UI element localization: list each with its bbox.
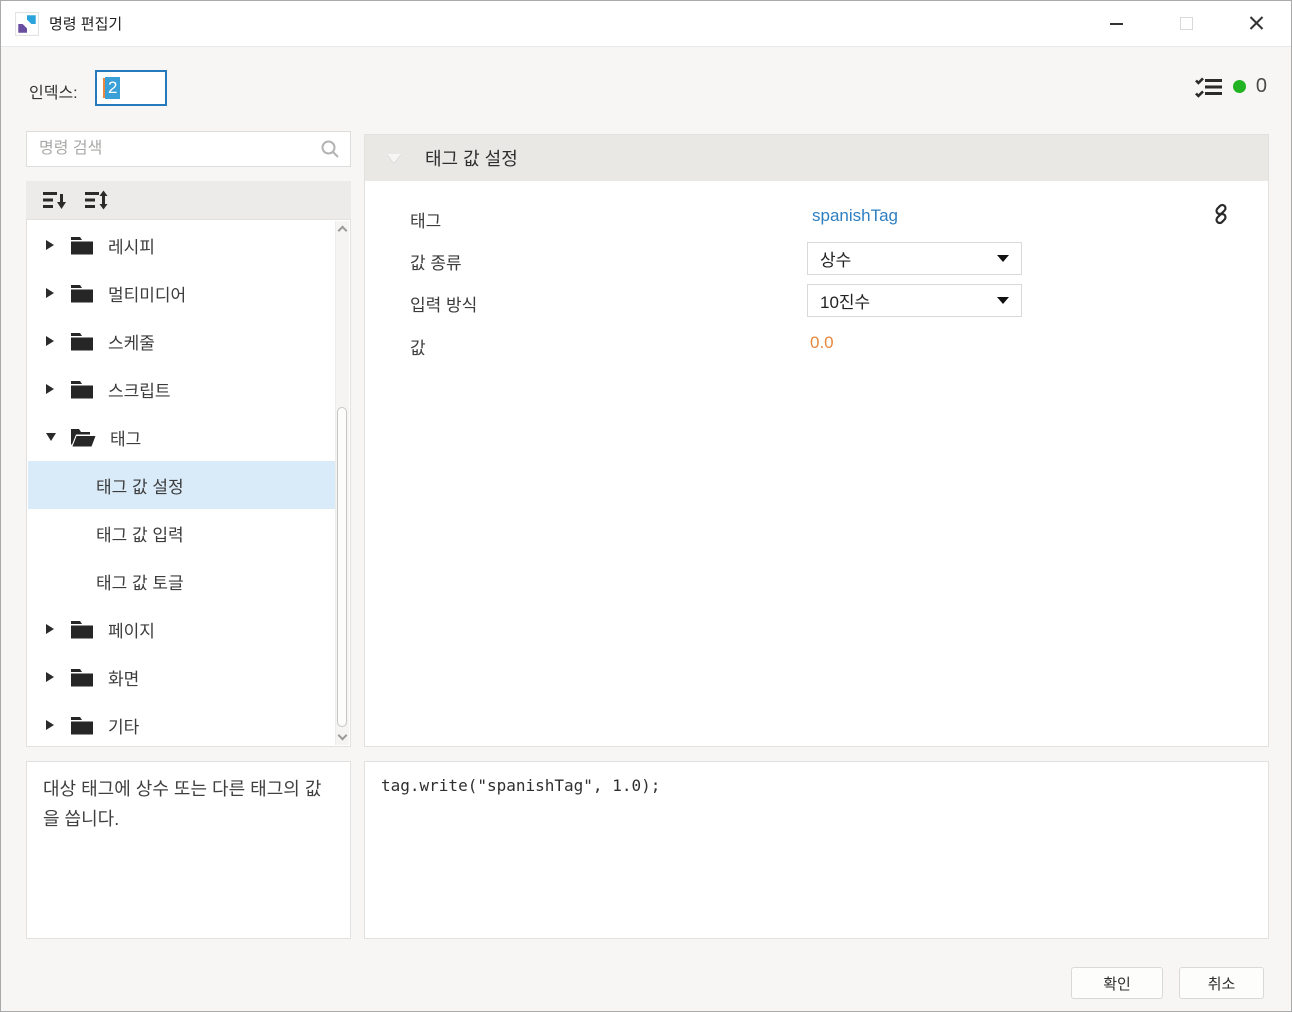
- tree-rows: 레시피 멀티미디어 스케줄 스크립: [28, 221, 335, 745]
- collapse-triangle-icon: [387, 154, 401, 163]
- scrollbar-thumb[interactable]: [337, 407, 347, 727]
- titlebar: 명령 편집기: [1, 1, 1291, 47]
- status-dot-icon: [1233, 80, 1246, 93]
- value-field[interactable]: 0.0: [810, 333, 834, 353]
- search-box: [26, 131, 351, 167]
- tree-item-label: 스케줄: [108, 329, 155, 354]
- tree-item-label: 태그 값 토글: [96, 569, 184, 594]
- maximize-button[interactable]: [1163, 1, 1209, 46]
- folder-closed-icon: [70, 668, 94, 687]
- close-icon: [1249, 16, 1264, 31]
- tree-folder-script[interactable]: 스크립트: [28, 365, 335, 413]
- value-type-dropdown[interactable]: 상수: [807, 242, 1022, 275]
- tag-value-link[interactable]: spanishTag: [812, 206, 898, 226]
- scroll-up-icon[interactable]: [338, 226, 348, 236]
- link-icon[interactable]: [1209, 202, 1233, 226]
- minimize-button[interactable]: [1093, 1, 1139, 46]
- tree-folder-other[interactable]: 기타: [28, 701, 335, 745]
- chevron-right-icon: [46, 672, 54, 682]
- status-count: 0: [1256, 75, 1267, 98]
- maximize-icon: [1180, 17, 1193, 30]
- tree-item-label: 태그 값 설정: [96, 473, 184, 498]
- input-method-label: 입력 방식: [410, 291, 477, 316]
- tree-scrollbar[interactable]: [335, 221, 349, 745]
- scroll-down-icon[interactable]: [338, 731, 348, 741]
- folder-closed-icon: [70, 716, 94, 735]
- tree-item-set-tag-value[interactable]: 태그 값 설정: [28, 461, 335, 509]
- ok-button[interactable]: 확인: [1071, 967, 1163, 999]
- panel-header[interactable]: 태그 값 설정: [365, 135, 1268, 181]
- command-list-icon[interactable]: [1195, 76, 1223, 98]
- command-tree: 레시피 멀티미디어 스케줄 스크립: [26, 219, 351, 747]
- status-area: 0: [1195, 75, 1267, 98]
- dropdown-arrow-icon: [997, 297, 1009, 304]
- search-icon: [320, 139, 340, 159]
- index-value: 2: [105, 77, 120, 99]
- value-type-label: 값 종류: [410, 249, 462, 274]
- tree-folder-multimedia[interactable]: 멀티미디어: [28, 269, 335, 317]
- tree-folder-schedule[interactable]: 스케줄: [28, 317, 335, 365]
- minimize-icon: [1110, 23, 1123, 25]
- tree-item-toggle-tag-value[interactable]: 태그 값 토글: [28, 557, 335, 605]
- tree-item-label: 레시피: [108, 233, 155, 258]
- window-title: 명령 편집기: [49, 13, 122, 34]
- tree-toolbar: [26, 181, 351, 219]
- dropdown-arrow-icon: [997, 255, 1009, 262]
- chevron-right-icon: [46, 624, 54, 634]
- chevron-right-icon: [46, 288, 54, 298]
- chevron-right-icon: [46, 384, 54, 394]
- tree-folder-recipe[interactable]: 레시피: [28, 221, 335, 269]
- folder-closed-icon: [70, 620, 94, 639]
- tree-folder-screen[interactable]: 화면: [28, 653, 335, 701]
- value-type-selected: 상수: [820, 246, 851, 271]
- chevron-right-icon: [46, 720, 54, 730]
- cancel-button[interactable]: 취소: [1179, 967, 1264, 999]
- expand-collapse-icon[interactable]: [84, 190, 110, 210]
- tree-item-label: 스크립트: [108, 377, 171, 402]
- tree-item-label: 태그: [110, 425, 141, 450]
- tree-item-label: 화면: [108, 665, 139, 690]
- input-method-selected: 10진수: [820, 288, 870, 313]
- input-method-dropdown[interactable]: 10진수: [807, 284, 1022, 317]
- close-button[interactable]: [1233, 1, 1279, 46]
- chevron-right-icon: [46, 336, 54, 346]
- chevron-right-icon: [46, 240, 54, 250]
- tree-folder-page[interactable]: 페이지: [28, 605, 335, 653]
- tag-label: 태그: [410, 207, 441, 232]
- folder-closed-icon: [70, 236, 94, 255]
- index-label: 인덱스:: [29, 79, 78, 103]
- panel-title: 태그 값 설정: [425, 145, 518, 171]
- folder-closed-icon: [70, 332, 94, 351]
- collapse-all-icon[interactable]: [42, 190, 68, 210]
- tree-item-label: 기타: [108, 713, 139, 738]
- tree-item-label: 페이지: [108, 617, 155, 642]
- command-description: 대상 태그에 상수 또는 다른 태그의 값을 씁니다.: [26, 761, 351, 939]
- tree-folder-tag[interactable]: 태그: [28, 413, 335, 461]
- app-logo-icon: [15, 12, 39, 36]
- code-preview[interactable]: tag.write("spanishTag", 1.0);: [364, 761, 1269, 939]
- tree-item-label: 태그 값 입력: [96, 521, 184, 546]
- command-editor-window: 명령 편집기 인덱스: 2 0: [0, 0, 1292, 1012]
- command-search-input[interactable]: [27, 132, 320, 166]
- tree-item-input-tag-value[interactable]: 태그 값 입력: [28, 509, 335, 557]
- chevron-down-icon: [46, 433, 56, 441]
- command-settings-panel: 태그 값 설정 태그 spanishTag 값 종류 상수 입력 방식 10진수…: [364, 134, 1269, 747]
- tree-item-label: 멀티미디어: [108, 281, 186, 306]
- folder-closed-icon: [70, 284, 94, 303]
- value-label: 값: [410, 334, 426, 359]
- folder-open-icon: [70, 428, 96, 447]
- folder-closed-icon: [70, 380, 94, 399]
- index-input[interactable]: 2: [95, 70, 167, 106]
